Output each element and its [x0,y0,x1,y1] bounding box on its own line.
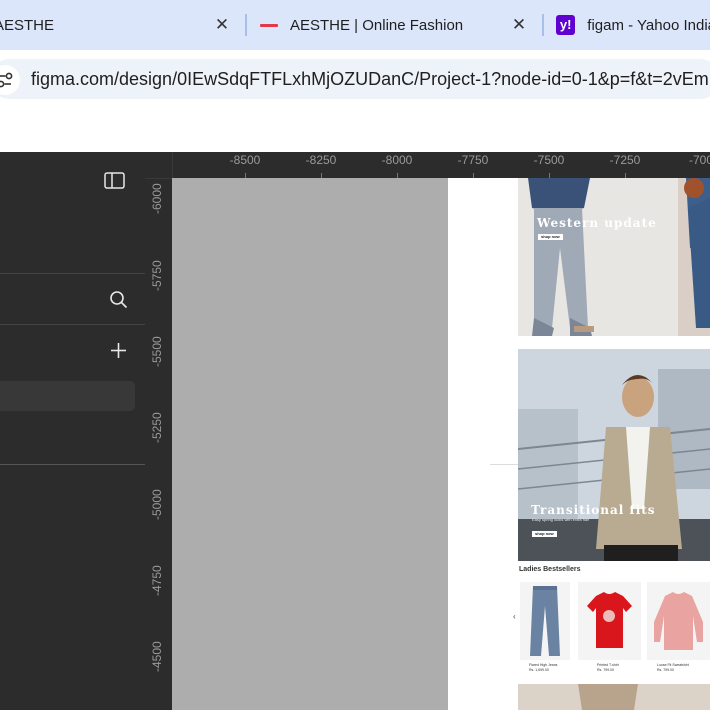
panel-divider [0,324,145,325]
tab-title: figam - Yahoo India [587,16,710,34]
url-omnibox[interactable]: figma.com/design/0IEwSdqFTFLxhMjOZUDanC/… [0,59,710,99]
ruler-label: -4500 [150,641,164,672]
shop-now-button[interactable]: shop now [532,531,557,537]
canvas-background[interactable] [172,178,448,710]
search-icon[interactable] [109,290,128,314]
promo-title: Western update [537,216,657,230]
carousel-prev-arrow-icon[interactable]: ‹ [513,612,516,621]
selected-page-row[interactable] [0,381,135,411]
tab-title: AESTHE | Online Fashion [290,16,464,34]
ruler-label: -4750 [150,565,164,596]
product-price: Rs. 799.00 [597,668,614,672]
yahoo-favicon-icon: y! [556,15,576,35]
figma-left-panel [0,152,145,710]
tab-figam-yahoo[interactable]: y! figam - Yahoo India [556,0,710,50]
page-gap [0,106,710,152]
sidebar-toggle-icon[interactable] [104,172,125,194]
shop-now-button[interactable]: shop now [538,234,563,240]
add-page-icon[interactable] [110,342,127,364]
ruler-label: -6000 [150,183,164,214]
section-title: Ladies Bestsellers [519,566,581,573]
close-icon[interactable]: ✕ [211,14,233,36]
product-card-tshirt[interactable] [578,582,641,660]
ruler-top: -8500 -8250 -8000 -7750 -7500 -7250 -700 [145,152,710,178]
next-banner[interactable] [518,684,710,710]
ruler-label: -5500 [150,336,164,367]
western-update-banner[interactable]: Western update shop now [518,178,710,336]
ruler-label: -5000 [150,489,164,520]
browser-tab-bar: AESTHE ✕ AESTHE | Online Fashion ✕ y! fi… [0,0,710,50]
product-price: Rs. 1,699.00 [529,668,549,672]
tab-aesthe[interactable]: AESTHE [0,0,214,50]
transitional-fits-banner[interactable]: Transitional fits Easy spring looks with… [518,349,710,561]
promo-title: Transitional fits [531,503,656,517]
ruler-label: -700 [688,153,710,167]
site-settings-icon[interactable] [0,65,20,95]
tab-aesthe-online-fashion[interactable]: AESTHE | Online Fashion [260,0,500,50]
close-icon[interactable]: ✕ [508,14,530,36]
ruler-label: -5750 [150,260,164,291]
ruler-corner [145,152,173,179]
panel-divider [0,464,145,465]
aesthe-favicon-icon [260,23,278,27]
ruler-left: -6000 -5750 -5500 -5250 -5000 -4750 -450… [145,178,172,710]
panel-divider [0,273,145,274]
ruler-label: -5250 [150,412,164,443]
address-bar: figma.com/design/0IEwSdqFTFLxhMjOZUDanC/… [0,50,710,106]
url-text[interactable]: figma.com/design/0IEwSdqFTFLxhMjOZUDanC/… [31,59,710,99]
frame-guide-line [490,464,518,465]
product-card-sweatshirt[interactable] [647,582,710,660]
product-price: Rs. 799.00 [657,668,674,672]
tab-separator [542,14,544,36]
promo-subtitle: Easy spring looks with extra flair [532,517,590,522]
tab-title: AESTHE [0,16,55,34]
tab-separator [245,14,247,36]
product-card-jeans[interactable] [520,582,570,660]
